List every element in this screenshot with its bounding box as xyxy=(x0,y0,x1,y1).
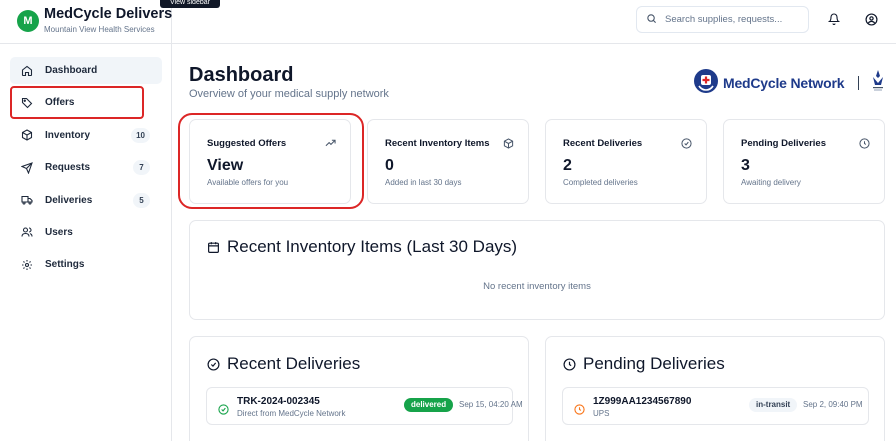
top-bar xyxy=(172,0,896,44)
section-title-text: Pending Deliveries xyxy=(583,354,725,373)
search-icon xyxy=(646,11,657,29)
delivery-row[interactable]: 1Z999AA1234567890 UPS in-transit Sep 2, … xyxy=(562,387,869,425)
sidebar-item-label: Dashboard xyxy=(45,65,98,76)
recent-deliveries-section: Recent Deliveries TRK-2024-002345 Direct… xyxy=(189,336,529,441)
clock-icon xyxy=(858,137,870,149)
count-badge: 5 xyxy=(133,192,150,208)
delivery-carrier: UPS xyxy=(593,409,610,418)
delivery-row[interactable]: TRK-2024-002345 Direct from MedCycle Net… xyxy=(206,387,523,425)
stat-value: 2 xyxy=(563,157,572,174)
page-title: Dashboard xyxy=(189,64,294,86)
clock-icon xyxy=(574,402,585,415)
search-box[interactable] xyxy=(636,6,809,33)
count-badge: 7 xyxy=(133,160,150,176)
page-subtitle: Overview of your medical supply network xyxy=(189,88,389,100)
clock-icon xyxy=(563,357,577,371)
sidebar-item-label: Inventory xyxy=(45,129,91,141)
users-icon xyxy=(21,226,33,238)
tracking-number: TRK-2024-002345 xyxy=(237,396,320,407)
delivery-time: Sep 2, 09:40 PM xyxy=(803,400,863,409)
bell-icon[interactable] xyxy=(827,12,841,26)
gear-icon xyxy=(21,259,33,271)
stat-caption: Awaiting delivery xyxy=(741,178,801,187)
stat-value: 3 xyxy=(741,157,750,174)
sidebar-item-settings[interactable]: Settings xyxy=(10,251,162,278)
check-circle-icon xyxy=(207,357,221,371)
sidebar-item-dashboard[interactable]: Dashboard xyxy=(10,57,162,84)
stat-card-pending-deliveries: Pending Deliveries 3 Awaiting delivery xyxy=(723,119,885,204)
logo-text: MedCycle Network xyxy=(723,75,845,91)
user-account-icon[interactable] xyxy=(864,12,878,26)
sidebar-item-users[interactable]: Users xyxy=(10,219,162,246)
delivery-time: Sep 15, 04:20 AM xyxy=(459,400,523,409)
pending-deliveries-section: Pending Deliveries 1Z999AA1234567890 UPS… xyxy=(545,336,885,441)
stat-caption: Completed deliveries xyxy=(563,178,638,187)
stat-title: Recent Deliveries xyxy=(563,138,643,149)
recent-inventory-section: Recent Inventory Items (Last 30 Days) No… xyxy=(189,220,885,320)
sidebar-item-label: Requests xyxy=(45,162,91,174)
sidebar-item-label: Users xyxy=(45,226,73,238)
stat-card-recent-inventory: Recent Inventory Items 0 Added in last 3… xyxy=(367,119,529,204)
empty-state-text: No recent inventory items xyxy=(483,281,591,292)
status-badge: delivered xyxy=(404,398,454,412)
check-circle-icon xyxy=(218,402,229,415)
stat-title: Pending Deliveries xyxy=(741,138,827,149)
stat-card-recent-deliveries: Recent Deliveries 2 Completed deliveries xyxy=(545,119,707,204)
stat-title: Recent Inventory Items xyxy=(385,138,490,149)
brand-title: MedCycle Delivers xyxy=(44,6,173,22)
logo-divider xyxy=(858,76,860,90)
box-icon xyxy=(502,137,514,149)
offers-highlight-outline xyxy=(10,86,144,119)
section-title: Recent Deliveries xyxy=(207,354,360,374)
stat-caption: Added in last 30 days xyxy=(385,178,462,187)
count-badge: 10 xyxy=(131,127,150,143)
sidebar: M MedCycle Delivers Mountain View Health… xyxy=(0,0,172,441)
sidebar-item-inventory[interactable]: Inventory 10 xyxy=(10,122,162,149)
section-title: Pending Deliveries xyxy=(563,354,725,374)
brand-subtitle: Mountain View Health Services xyxy=(44,25,155,34)
suggested-offers-highlight-outline xyxy=(178,113,364,209)
calendar-icon xyxy=(207,240,221,254)
status-badge: in-transit xyxy=(749,398,798,412)
stat-value: 0 xyxy=(385,157,394,174)
box-icon xyxy=(21,129,33,141)
delivery-source: Direct from MedCycle Network xyxy=(237,409,346,418)
medcycle-network-logo: MedCycle Network xyxy=(693,68,885,99)
sidebar-item-deliveries[interactable]: Deliveries 5 xyxy=(10,187,162,214)
search-input[interactable] xyxy=(665,14,805,25)
sidebar-item-label: Deliveries xyxy=(45,194,93,206)
brand-avatar: M xyxy=(17,10,39,32)
sidebar-item-requests[interactable]: Requests 7 xyxy=(10,154,162,181)
truck-icon xyxy=(21,194,33,206)
seal-emblem-icon xyxy=(871,69,885,98)
send-icon xyxy=(21,161,33,174)
section-title-text: Recent Inventory Items (Last 30 Days) xyxy=(227,237,518,256)
check-circle-icon xyxy=(680,137,692,149)
app-root: M MedCycle Delivers Mountain View Health… xyxy=(0,0,896,441)
sidebar-item-label: Settings xyxy=(45,259,85,271)
section-title: Recent Inventory Items (Last 30 Days) xyxy=(207,237,517,257)
medcycle-logo-icon xyxy=(693,68,719,99)
brand-header: M MedCycle Delivers Mountain View Health… xyxy=(0,0,172,44)
section-title-text: Recent Deliveries xyxy=(227,354,361,373)
home-icon xyxy=(21,65,33,77)
tracking-number: 1Z999AA1234567890 xyxy=(593,396,692,407)
